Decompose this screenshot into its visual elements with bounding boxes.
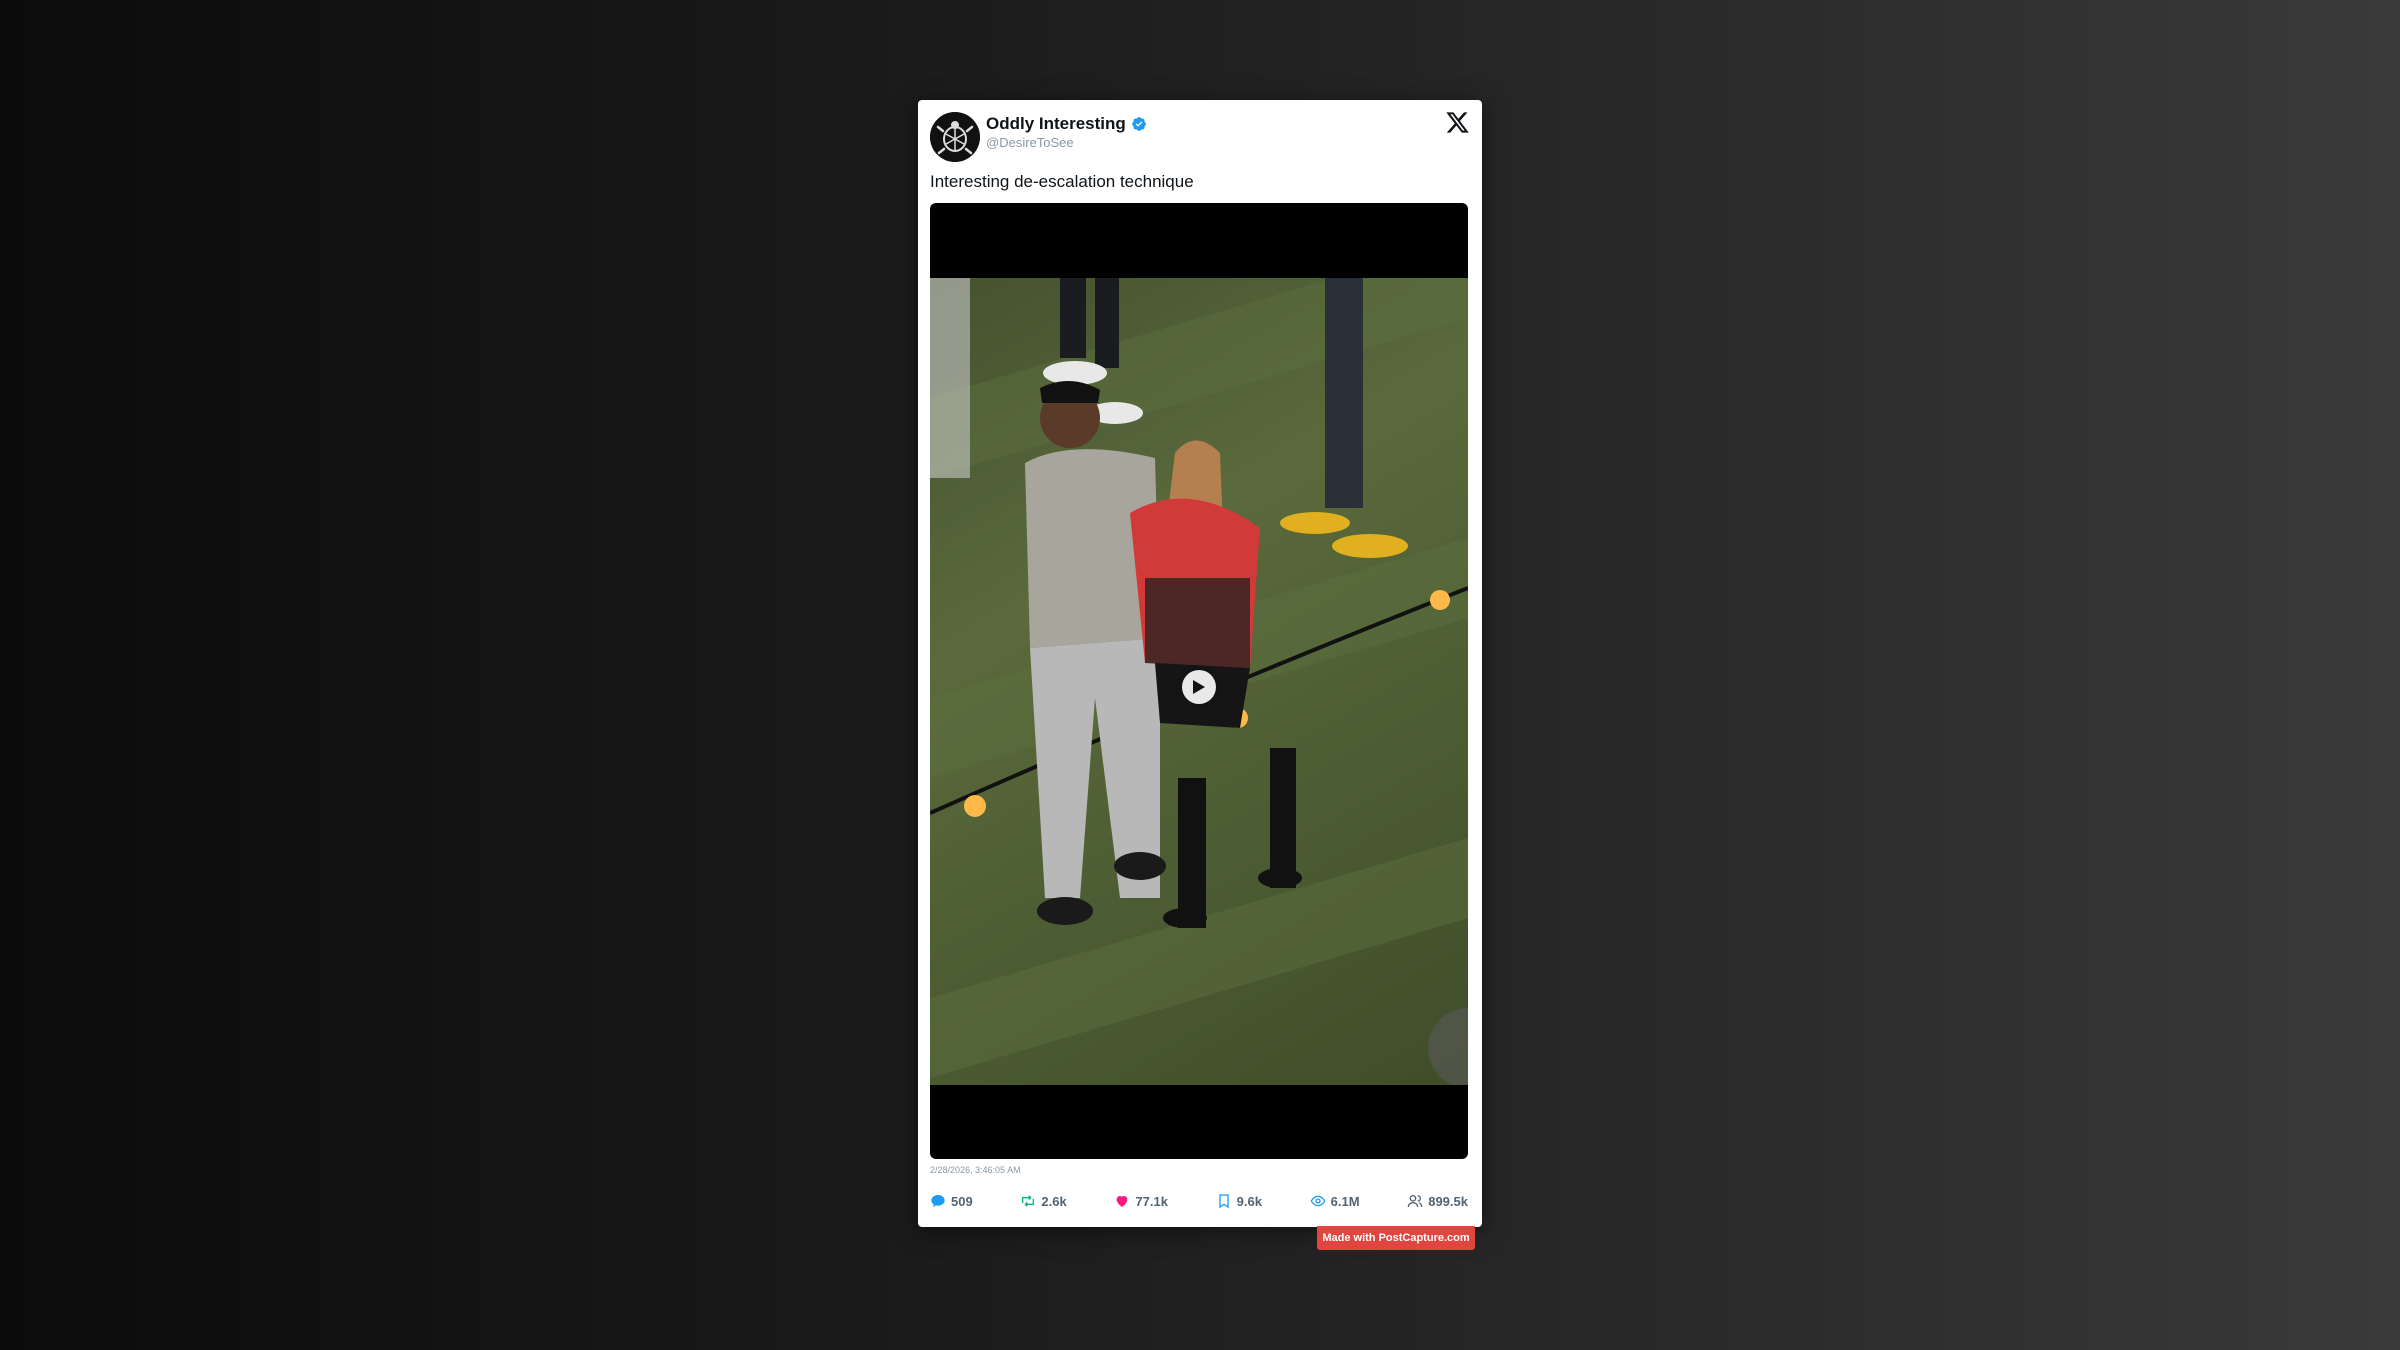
- bookmark-count-label: 9.6k: [1236, 1193, 1262, 1209]
- retweet-count[interactable]: 2.6k: [1020, 1193, 1067, 1209]
- followers-icon: [1407, 1195, 1423, 1208]
- play-button[interactable]: [1182, 670, 1216, 704]
- view-count-label: 6.1M: [1330, 1193, 1360, 1209]
- follower-count-label: 899.5k: [1428, 1193, 1468, 1209]
- view-count[interactable]: 6.1M: [1310, 1193, 1360, 1209]
- heart-icon: [1117, 1196, 1128, 1207]
- reply-count-label: 509: [951, 1193, 973, 1209]
- author-display-name[interactable]: Oddly Interesting: [986, 114, 1126, 134]
- tweet-timestamp[interactable]: 2/28/2026, 3:46:05 AM: [930, 1165, 1021, 1175]
- author-name-row[interactable]: Oddly Interesting: [986, 114, 1147, 134]
- play-icon: [1193, 680, 1205, 694]
- postcapture-watermark[interactable]: Made with PostCapture.com: [1317, 1226, 1475, 1250]
- reply-icon: [931, 1195, 945, 1207]
- retweet-count-label: 2.6k: [1041, 1193, 1067, 1209]
- tweet-card: Oddly Interesting @DesireToSee Interesti…: [918, 100, 1482, 1227]
- retweet-icon: [1022, 1195, 1035, 1207]
- engagement-bar: 509 2.6k 77.1k 9.6k 6.1M 899.5k: [930, 1190, 1468, 1212]
- verified-badge-icon: [1131, 117, 1146, 131]
- bookmark-icon: [1218, 1194, 1229, 1209]
- like-count[interactable]: 77.1k: [1114, 1193, 1168, 1209]
- eye-icon: [1310, 1195, 1326, 1207]
- x-logo-icon[interactable]: [1445, 110, 1470, 135]
- reply-count[interactable]: 509: [930, 1193, 973, 1209]
- avatar[interactable]: [930, 112, 980, 162]
- tweet-text: Interesting de-escalation technique: [930, 172, 1194, 191]
- video-player[interactable]: [930, 203, 1468, 1159]
- follower-count[interactable]: 899.5k: [1407, 1193, 1468, 1209]
- turtle-avatar-icon: [930, 112, 980, 162]
- author-handle[interactable]: @DesireToSee: [986, 135, 1074, 150]
- like-count-label: 77.1k: [1135, 1193, 1168, 1209]
- bookmark-count[interactable]: 9.6k: [1216, 1193, 1262, 1209]
